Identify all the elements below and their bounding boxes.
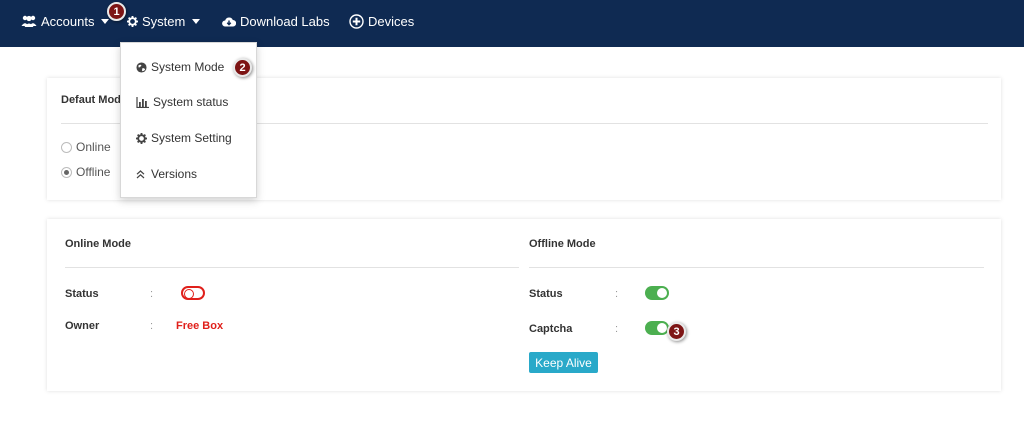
owner-value: Free Box	[176, 320, 224, 332]
gear-icon	[136, 132, 147, 144]
menu-item-versions[interactable]: Versions	[136, 167, 197, 181]
radio-online-label: Online	[76, 140, 111, 154]
nav-accounts[interactable]: Accounts	[21, 0, 110, 42]
divider	[529, 267, 984, 268]
radio-button-online[interactable]	[61, 141, 72, 153]
nav-download-labs-label: Download Labs	[240, 13, 330, 29]
globe-icon	[136, 61, 147, 73]
online-status-label: Status	[65, 288, 99, 300]
menu-item-label: System status	[153, 95, 229, 109]
nav-devices[interactable]: Devices	[349, 0, 414, 42]
modes-panel	[47, 219, 1001, 391]
keep-alive-button[interactable]: Keep Alive	[529, 352, 598, 373]
default-mode-title: Defaut Mode	[61, 94, 127, 106]
plus-circle-icon	[349, 13, 364, 29]
radio-offline[interactable]: Offline	[61, 165, 110, 179]
step-marker-1: 1	[107, 2, 126, 21]
users-icon	[21, 15, 37, 27]
nav-download-labs[interactable]: Download Labs	[222, 0, 330, 42]
step-marker-2: 2	[233, 58, 252, 77]
colon: :	[615, 288, 619, 300]
menu-item-label: System Setting	[151, 131, 232, 145]
caret-down-icon	[101, 18, 110, 24]
captcha-label: Captcha	[529, 323, 573, 335]
offline-status-label: Status	[529, 288, 563, 300]
menu-item-system-status[interactable]: System status	[136, 95, 228, 109]
radio-button-offline[interactable]	[61, 166, 72, 178]
radio-offline-label: Offline	[76, 165, 111, 179]
nav-system[interactable]: System	[127, 0, 201, 42]
online-mode-title: Online Mode	[65, 238, 131, 250]
captcha-toggle[interactable]	[645, 321, 669, 335]
nav-accounts-label: Accounts	[41, 13, 95, 29]
nav-system-label: System	[142, 13, 186, 29]
owner-label: Owner	[65, 320, 100, 332]
colon: :	[615, 323, 619, 335]
offline-mode-title: Offline Mode	[529, 238, 596, 250]
radio-online[interactable]: Online	[61, 140, 111, 154]
nav-devices-label: Devices	[368, 13, 415, 29]
double-chevron-up-icon	[136, 169, 145, 179]
cloud-download-icon	[222, 16, 236, 27]
menu-item-label: System Mode	[151, 60, 225, 74]
step-marker-3: 3	[667, 322, 686, 341]
bar-chart-icon	[136, 96, 149, 108]
menu-item-system-mode[interactable]: System Mode	[136, 60, 224, 74]
menu-item-label: Versions	[151, 167, 198, 181]
caret-down-icon	[192, 18, 201, 24]
divider	[65, 267, 519, 268]
online-status-toggle[interactable]	[181, 286, 205, 300]
gear-icon	[127, 15, 138, 27]
top-navbar: Accounts System Download Labs Devices	[0, 0, 1024, 47]
colon: :	[150, 320, 154, 332]
colon: :	[150, 288, 154, 300]
offline-status-toggle[interactable]	[645, 286, 669, 300]
menu-item-system-setting[interactable]: System Setting	[136, 131, 232, 145]
